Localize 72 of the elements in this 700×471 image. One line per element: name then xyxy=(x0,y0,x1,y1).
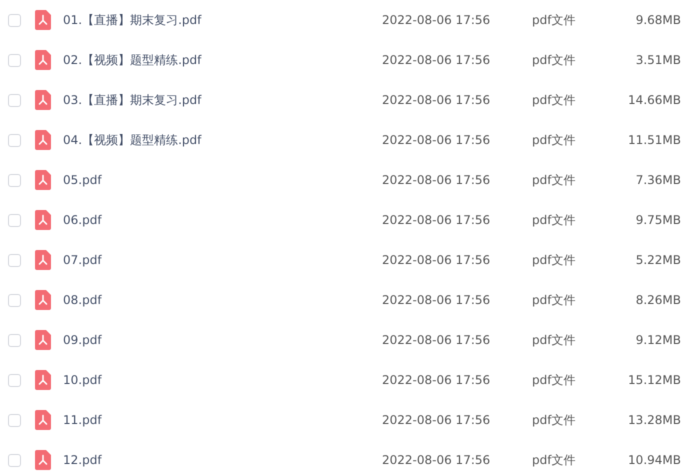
pdf-file-icon xyxy=(35,210,51,230)
pdf-file-icon xyxy=(35,90,51,110)
modified-date: 2022-08-06 17:56 xyxy=(382,253,492,267)
modified-date: 2022-08-06 17:56 xyxy=(382,133,492,147)
file-size: 3.51MB xyxy=(634,53,681,67)
modified-date: 2022-08-06 17:56 xyxy=(382,413,492,427)
modified-date: 2022-08-06 17:56 xyxy=(382,333,492,347)
checkbox[interactable] xyxy=(8,94,21,106)
file-type: pdf文件 xyxy=(532,452,576,468)
file-name[interactable]: 11.pdf xyxy=(63,413,382,427)
file-size: 5.22MB xyxy=(634,253,681,267)
file-name[interactable]: 12.pdf xyxy=(63,453,382,467)
file-type: pdf文件 xyxy=(532,52,576,68)
pdf-file-icon xyxy=(35,250,51,270)
pdf-file-icon xyxy=(35,290,51,310)
checkbox[interactable] xyxy=(8,54,21,66)
file-size: 7.36MB xyxy=(634,173,681,187)
file-type: pdf文件 xyxy=(532,132,576,148)
file-type: pdf文件 xyxy=(532,412,576,428)
file-size: 10.94MB xyxy=(627,453,681,467)
checkbox[interactable] xyxy=(8,214,21,226)
file-name[interactable]: 04.【视频】题型精练.pdf xyxy=(63,132,382,148)
pdf-file-icon xyxy=(35,50,51,70)
checkbox[interactable] xyxy=(8,134,21,146)
file-name[interactable]: 06.pdf xyxy=(63,213,382,227)
modified-date: 2022-08-06 17:56 xyxy=(382,13,492,27)
pdf-file-icon xyxy=(35,330,51,350)
checkbox[interactable] xyxy=(8,294,21,306)
checkbox[interactable] xyxy=(8,374,21,386)
file-name[interactable]: 09.pdf xyxy=(63,333,382,347)
pdf-file-icon xyxy=(35,410,51,430)
modified-date: 2022-08-06 17:56 xyxy=(382,93,492,107)
file-name[interactable]: 05.pdf xyxy=(63,173,382,187)
file-size: 9.68MB xyxy=(634,13,681,27)
file-type: pdf文件 xyxy=(532,292,576,308)
file-size: 11.51MB xyxy=(627,133,681,147)
file-size: 13.28MB xyxy=(627,413,681,427)
checkbox[interactable] xyxy=(8,174,21,186)
modified-date: 2022-08-06 17:56 xyxy=(382,173,492,187)
pdf-file-icon xyxy=(35,130,51,150)
file-name[interactable]: 03.【直播】期末复习.pdf xyxy=(63,92,382,108)
file-name[interactable]: 08.pdf xyxy=(63,293,382,307)
checkbox[interactable] xyxy=(8,454,21,466)
checkbox[interactable] xyxy=(8,254,21,266)
file-size: 8.26MB xyxy=(634,293,681,307)
file-size: 15.12MB xyxy=(627,373,681,387)
file-type: pdf文件 xyxy=(532,12,576,28)
pdf-file-icon xyxy=(35,170,51,190)
checkbox[interactable] xyxy=(8,334,21,346)
pdf-file-icon xyxy=(35,370,51,390)
checkbox[interactable] xyxy=(8,14,21,26)
modified-date: 2022-08-06 17:56 xyxy=(382,213,492,227)
modified-date: 2022-08-06 17:56 xyxy=(382,53,492,67)
modified-date: 2022-08-06 17:56 xyxy=(382,293,492,307)
file-size: 9.75MB xyxy=(634,213,681,227)
modified-date: 2022-08-06 17:56 xyxy=(382,453,492,467)
checkbox[interactable] xyxy=(8,414,21,426)
file-type: pdf文件 xyxy=(532,372,576,388)
file-type: pdf文件 xyxy=(532,252,576,268)
file-name[interactable]: 07.pdf xyxy=(63,253,382,267)
pdf-file-icon xyxy=(35,450,51,470)
file-name[interactable]: 10.pdf xyxy=(63,373,382,387)
file-name[interactable]: 02.【视频】题型精练.pdf xyxy=(63,52,382,68)
file-name[interactable]: 01.【直播】期末复习.pdf xyxy=(63,12,382,28)
file-type: pdf文件 xyxy=(532,92,576,108)
pdf-file-icon xyxy=(35,10,51,30)
file-size: 9.12MB xyxy=(634,333,681,347)
modified-date: 2022-08-06 17:56 xyxy=(382,373,492,387)
file-type: pdf文件 xyxy=(532,172,576,188)
file-type: pdf文件 xyxy=(532,332,576,348)
file-size: 14.66MB xyxy=(627,93,681,107)
file-type: pdf文件 xyxy=(532,212,576,228)
